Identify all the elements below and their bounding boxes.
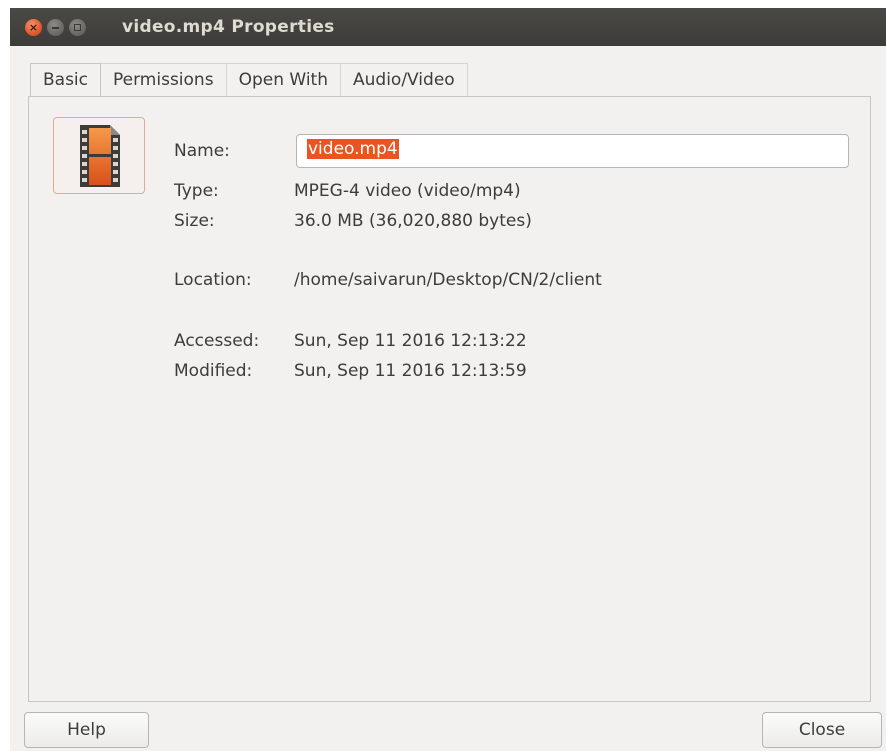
title-bar[interactable]: × video.mp4 Properties xyxy=(10,8,886,46)
window-minimize-icon[interactable] xyxy=(47,19,64,36)
size-label: Size: xyxy=(174,211,215,231)
location-value: /home/saivarun/Desktop/CN/2/client xyxy=(294,270,602,290)
properties-window: × video.mp4 Properties Basic Permissions… xyxy=(10,8,886,751)
modified-label: Modified: xyxy=(174,361,253,381)
modified-value: Sun, Sep 11 2016 12:13:59 xyxy=(294,361,527,381)
tab-audio-video[interactable]: Audio/Video xyxy=(341,63,468,97)
type-label: Type: xyxy=(174,181,219,201)
name-value: video.mp4 xyxy=(307,139,399,159)
basic-panel: Name: video.mp4 Type: MPEG-4 video (vide… xyxy=(28,96,871,702)
close-button[interactable]: Close xyxy=(762,712,882,748)
window-maximize-icon[interactable] xyxy=(69,19,86,36)
accessed-label: Accessed: xyxy=(174,331,260,351)
name-label: Name: xyxy=(174,141,230,161)
window-title: video.mp4 Properties xyxy=(122,17,335,37)
accessed-value: Sun, Sep 11 2016 12:13:22 xyxy=(294,331,527,351)
location-label: Location: xyxy=(174,270,252,290)
type-value: MPEG-4 video (video/mp4) xyxy=(294,181,521,201)
help-button[interactable]: Help xyxy=(24,712,149,748)
file-icon-button[interactable] xyxy=(53,117,145,194)
tab-basic[interactable]: Basic xyxy=(30,63,102,98)
tab-bar: Basic Permissions Open With Audio/Video xyxy=(30,63,468,98)
size-value: 36.0 MB (36,020,880 bytes) xyxy=(294,211,532,231)
video-file-icon xyxy=(80,125,120,187)
name-input[interactable]: video.mp4 xyxy=(296,134,849,168)
tab-permissions[interactable]: Permissions xyxy=(101,63,227,97)
tab-open-with[interactable]: Open With xyxy=(226,63,341,97)
window-close-icon[interactable]: × xyxy=(25,19,42,36)
